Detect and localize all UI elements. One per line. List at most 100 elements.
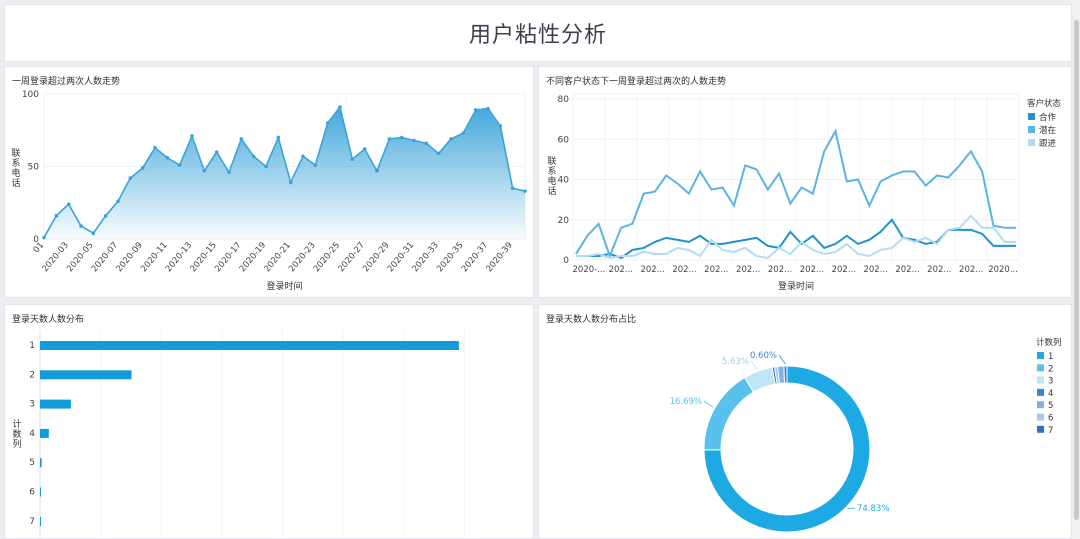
days-distribution-panel: 登录天数人数分布 1234567计数列 bbox=[4, 304, 534, 539]
data-label-leader bbox=[750, 360, 758, 370]
y-tick-label: 7 bbox=[29, 517, 35, 527]
bar-1 bbox=[40, 341, 459, 350]
weekly-trend-chart: 050100012020-032020-052020-072020-092020… bbox=[11, 90, 527, 292]
y-tick-label: 50 bbox=[28, 163, 40, 173]
x-tick-label: 202... bbox=[609, 265, 633, 275]
x-tick-label: 202... bbox=[640, 265, 664, 275]
bar-3 bbox=[40, 399, 71, 409]
legend-label: 跟进 bbox=[1039, 139, 1057, 149]
legend-swatch bbox=[1037, 352, 1044, 359]
legend-label: 6 bbox=[1048, 414, 1053, 424]
data-point bbox=[79, 224, 83, 228]
legend-swatch bbox=[1037, 376, 1044, 384]
data-label-leader bbox=[703, 400, 714, 408]
y-tick-label: 20 bbox=[558, 216, 570, 226]
data-point bbox=[66, 202, 71, 206]
y-tick-label: 2 bbox=[29, 370, 35, 380]
data-label: 16.69% bbox=[670, 397, 702, 407]
legend-swatch bbox=[1028, 113, 1035, 120]
data-point bbox=[153, 145, 157, 150]
legend-label: 5 bbox=[1048, 401, 1053, 411]
y-axis-title: 列 bbox=[12, 438, 21, 450]
legend-swatch bbox=[1037, 388, 1044, 396]
data-label: 74.83% bbox=[857, 504, 889, 514]
bar-5 bbox=[40, 458, 42, 468]
x-tick-label: 2020-39 bbox=[484, 241, 514, 275]
data-label: 5.63% bbox=[722, 357, 749, 367]
data-point bbox=[202, 169, 207, 173]
data-point bbox=[523, 189, 527, 193]
x-tick-label: 202... bbox=[895, 265, 919, 275]
data-point bbox=[436, 151, 441, 156]
bar-6 bbox=[40, 487, 41, 497]
x-axis-title: 登录时间 bbox=[266, 280, 302, 292]
data-point bbox=[387, 137, 392, 141]
data-label: 0.60% bbox=[750, 351, 777, 361]
data-point bbox=[103, 214, 108, 218]
donut-slice-2 bbox=[703, 376, 755, 451]
y-tick-label: 60 bbox=[558, 135, 570, 145]
data-point bbox=[338, 105, 342, 109]
bar-7 bbox=[40, 516, 41, 526]
data-label-leader bbox=[847, 507, 856, 510]
legend-swatch bbox=[1028, 126, 1035, 133]
y-axis-title: 系 bbox=[547, 166, 556, 177]
y-axis-title: 计 bbox=[12, 418, 21, 430]
y-tick-label: 1 bbox=[29, 341, 35, 351]
x-tick-label: 202... bbox=[800, 265, 824, 275]
data-point bbox=[473, 108, 478, 112]
y-tick-label: 5 bbox=[29, 458, 35, 468]
x-tick-label: 202... bbox=[927, 265, 951, 275]
y-axis-title: 数 bbox=[12, 428, 21, 440]
data-point bbox=[424, 141, 429, 146]
legend-title: 客户状态 bbox=[1027, 98, 1062, 109]
y-axis-title: 联 bbox=[547, 156, 556, 167]
data-point bbox=[214, 150, 219, 154]
data-point bbox=[486, 106, 490, 111]
data-point bbox=[54, 214, 59, 218]
days-share-panel: 登录天数人数分布占比 74.83% 16.69% 5.63% 0.60% 计数列 1 2 3 4… bbox=[538, 304, 1072, 539]
data-point bbox=[461, 131, 466, 135]
y-tick-label: 3 bbox=[29, 400, 35, 410]
legend-label: 2 bbox=[1048, 364, 1053, 374]
bar-4 bbox=[40, 428, 49, 438]
legend-label: 4 bbox=[1048, 389, 1053, 399]
x-tick-label: 202... bbox=[832, 265, 856, 275]
legend-swatch bbox=[1037, 425, 1044, 433]
y-tick-label: 100 bbox=[22, 90, 39, 100]
data-label-leader bbox=[778, 354, 786, 365]
legend-swatch bbox=[1037, 401, 1044, 409]
legend-label: 潜在 bbox=[1039, 125, 1056, 136]
header-panel: 用户粘性分析 bbox=[4, 4, 1072, 62]
page-title: 用户粘性分析 bbox=[468, 23, 607, 48]
legend-label: 1 bbox=[1048, 352, 1053, 362]
data-point bbox=[498, 124, 503, 128]
data-point bbox=[362, 147, 367, 151]
data-point bbox=[128, 176, 133, 180]
data-point bbox=[264, 164, 268, 169]
data-point bbox=[325, 121, 330, 125]
x-tick-label: 202... bbox=[768, 265, 792, 275]
data-point bbox=[412, 138, 416, 143]
data-point bbox=[313, 163, 318, 167]
days-share-chart: 74.83% 16.69% 5.63%0.60% 计数列 1 2 3 4 5 6 7 bbox=[670, 337, 1062, 533]
y-axis-title: 系 bbox=[11, 158, 20, 169]
data-point bbox=[165, 156, 170, 160]
x-tick-label: 202... bbox=[959, 265, 983, 275]
area-fill bbox=[44, 107, 525, 239]
data-point bbox=[399, 135, 404, 140]
data-point bbox=[190, 134, 194, 138]
data-point bbox=[91, 231, 96, 235]
x-tick-label: 2020... bbox=[988, 265, 1018, 275]
data-point bbox=[288, 180, 293, 185]
x-tick-label: 202... bbox=[704, 265, 728, 275]
data-point bbox=[510, 186, 515, 191]
x-tick-label: 2020-... bbox=[573, 265, 606, 275]
data-point bbox=[276, 135, 281, 140]
data-point bbox=[227, 170, 231, 175]
legend-title: 计数列 bbox=[1036, 337, 1062, 348]
donut-slice-4 bbox=[783, 365, 788, 384]
data-point bbox=[140, 166, 145, 170]
y-tick-label: 0 bbox=[563, 256, 569, 266]
page-scrollbar-thumb[interactable] bbox=[1074, 20, 1079, 520]
